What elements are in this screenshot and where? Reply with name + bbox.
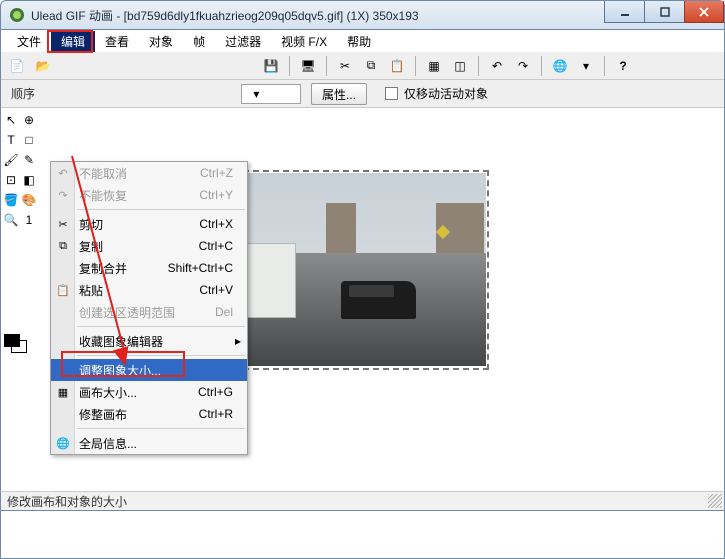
- menu-item-label: 全局信息...: [79, 435, 137, 452]
- menu-视频 F/X[interactable]: 视频 F/X: [271, 31, 337, 52]
- edit-menu-复制合并[interactable]: 复制合并Shift+Ctrl+C: [51, 257, 247, 279]
- toolbar-row-1: 📄 📂 💾 🖥 ✂ ⧉ 📋 ▦ ◫ ↶ ↷ 🌐 ▾ ?: [1, 52, 724, 80]
- save-icon[interactable]: 💾: [259, 54, 283, 78]
- menu-item-icon: 🌐: [55, 435, 71, 451]
- submenu-arrow-icon: ▸: [235, 334, 241, 348]
- palette-tool-1[interactable]: ⊕: [21, 112, 37, 128]
- edit-menu-修整画布[interactable]: 修整画布 Ctrl+R: [51, 403, 247, 425]
- edit-menu-剪切[interactable]: ✂剪切Ctrl+X: [51, 213, 247, 235]
- chevron-down-icon: ▾: [253, 87, 259, 101]
- maximize-button[interactable]: [644, 1, 684, 23]
- palette-tool-2[interactable]: T: [3, 132, 19, 148]
- menu-item-label: 粘贴: [79, 282, 103, 299]
- order-combo[interactable]: ▾: [241, 84, 301, 104]
- menu-item-shortcut: Ctrl+V: [199, 283, 233, 297]
- edit-menu-全局信息[interactable]: 🌐 全局信息...: [51, 432, 247, 454]
- edit-menu-复制[interactable]: ⧉ 复制 Ctrl+C: [51, 235, 247, 257]
- resize-grip[interactable]: [708, 494, 722, 508]
- menu-item-icon: 📋: [55, 282, 71, 298]
- edit-menu-画布大小[interactable]: ▦ 画布大小... Ctrl+G: [51, 381, 247, 403]
- redo-icon[interactable]: ↷: [511, 54, 535, 78]
- undo-icon[interactable]: ↶: [485, 54, 509, 78]
- titlebar: Ulead GIF 动画 - [bd759d6dly1fkuahzrieog20…: [0, 0, 725, 30]
- menu-过滤器[interactable]: 过滤器: [215, 31, 271, 52]
- menu-item-icon: ↶: [55, 165, 71, 181]
- menu-item-label: 不能取消: [79, 165, 127, 182]
- menu-item-icon: ▦: [55, 384, 71, 400]
- move-active-checkbox[interactable]: [385, 87, 398, 100]
- menu-item-shortcut: Ctrl+Y: [199, 188, 233, 202]
- edit-dropdown: ↶ 不能取消 Ctrl+Z ↷ 不能恢复 Ctrl+Y ✂剪切Ctrl+X ⧉ 复制 Ctrl+C…: [50, 161, 248, 455]
- statusbar: 修改画布和对象的大小: [0, 491, 725, 511]
- menu-对象[interactable]: 对象: [139, 31, 183, 52]
- palette-tool-8[interactable]: 🪣: [3, 192, 19, 208]
- color-swatches[interactable]: [3, 334, 37, 356]
- menu-item-label: 创建选区透明范围: [79, 304, 175, 321]
- preview-icon[interactable]: 🖥: [296, 54, 320, 78]
- menu-帧[interactable]: 帧: [183, 31, 215, 52]
- menu-文件[interactable]: 文件: [7, 31, 51, 52]
- help-icon[interactable]: ?: [611, 54, 635, 78]
- crop-icon[interactable]: ◫: [448, 54, 472, 78]
- palette-tool-11[interactable]: 1: [21, 212, 37, 228]
- window-buttons: [604, 1, 724, 29]
- minimize-button[interactable]: [604, 1, 644, 23]
- toolbar-row-2: 顺序 ▾ 属性... 仅移动活动对象: [1, 80, 724, 108]
- close-button[interactable]: [684, 1, 724, 23]
- dropdown-icon[interactable]: ▾: [574, 54, 598, 78]
- menu-item-shortcut: Ctrl+R: [199, 407, 233, 421]
- menu-item-shortcut: Del: [215, 305, 233, 319]
- edit-menu-创建选区透明范围: 创建选区透明范围 Del: [51, 301, 247, 323]
- app-icon: [9, 7, 25, 23]
- move-active-label: 仅移动活动对象: [404, 85, 488, 102]
- status-text: 修改画布和对象的大小: [7, 493, 127, 510]
- menu-item-label: 不能恢复: [79, 187, 127, 204]
- edit-menu-粘贴[interactable]: 📋 粘贴 Ctrl+V: [51, 279, 247, 301]
- grid-icon[interactable]: ▦: [422, 54, 446, 78]
- menubar: 文件编辑查看对象帧过滤器视频 F/X帮助: [0, 30, 725, 52]
- palette-tool-5[interactable]: ✎: [21, 152, 37, 168]
- menu-item-shortcut: Ctrl+C: [199, 239, 233, 253]
- cut-icon[interactable]: ✂: [333, 54, 357, 78]
- tool-palette: ↖⊕T□🖌✎⊡◧🪣🎨🔍1: [3, 108, 39, 228]
- menu-item-label: 修整画布: [79, 406, 127, 423]
- menu-查看[interactable]: 查看: [95, 31, 139, 52]
- sequence-label: 顺序: [5, 85, 41, 102]
- browser-icon[interactable]: 🌐: [548, 54, 572, 78]
- menu-item-shortcut: Ctrl+X: [199, 217, 233, 231]
- palette-tool-7[interactable]: ◧: [21, 172, 37, 188]
- new-icon[interactable]: 📄: [5, 54, 29, 78]
- edit-menu-调整图象大小[interactable]: 调整图象大小...: [51, 359, 247, 381]
- menu-item-shortcut: Ctrl+G: [198, 385, 233, 399]
- menu-item-shortcut: Shift+Ctrl+C: [168, 261, 233, 275]
- menu-item-icon: ✂: [55, 216, 71, 232]
- foreground-swatch[interactable]: [4, 334, 20, 347]
- properties-button[interactable]: 属性...: [311, 83, 367, 105]
- palette-tool-4[interactable]: 🖌: [3, 152, 19, 168]
- edit-menu-不能取消: ↶ 不能取消 Ctrl+Z: [51, 162, 247, 184]
- palette-tool-9[interactable]: 🎨: [21, 192, 37, 208]
- edit-menu-收藏图象编辑器[interactable]: 收藏图象编辑器▸: [51, 330, 247, 352]
- menu-item-label: 画布大小...: [79, 384, 137, 401]
- paste-icon[interactable]: 📋: [385, 54, 409, 78]
- palette-tool-6[interactable]: ⊡: [3, 172, 19, 188]
- menu-item-icon: ⧉: [55, 238, 71, 254]
- toolbar-area: 📄 📂 💾 🖥 ✂ ⧉ 📋 ▦ ◫ ↶ ↷ 🌐 ▾ ? 顺序 ▾ 属性... 仅…: [0, 52, 725, 108]
- open-icon[interactable]: 📂: [31, 54, 55, 78]
- menu-item-label: 复制: [79, 238, 103, 255]
- copy-icon[interactable]: ⧉: [359, 54, 383, 78]
- menu-编辑[interactable]: 编辑: [51, 31, 95, 52]
- window-title: Ulead GIF 动画 - [bd759d6dly1fkuahzrieog20…: [31, 7, 604, 24]
- menu-item-shortcut: Ctrl+Z: [200, 166, 233, 180]
- palette-tool-0[interactable]: ↖: [3, 112, 19, 128]
- menu-item-icon: ↷: [55, 187, 71, 203]
- palette-tool-10[interactable]: 🔍: [3, 212, 19, 228]
- menu-帮助[interactable]: 帮助: [337, 31, 381, 52]
- palette-tool-3[interactable]: □: [21, 132, 37, 148]
